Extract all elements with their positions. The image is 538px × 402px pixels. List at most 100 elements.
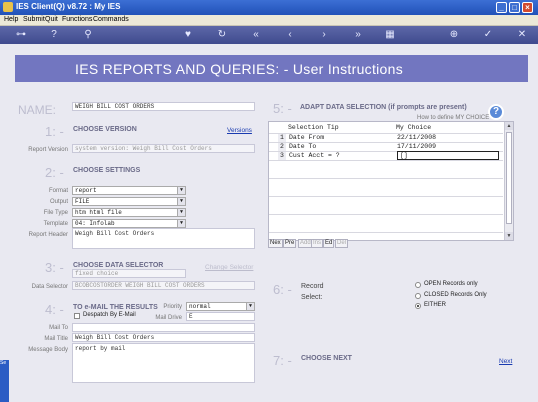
menu-functions[interactable]: Functions (62, 16, 92, 23)
empty-row (269, 160, 503, 169)
menu-help[interactable]: Help (4, 16, 18, 23)
my-choice-cell[interactable]: [] (397, 151, 499, 160)
file-type-select[interactable]: htm html file ▼ (72, 208, 186, 217)
step-1-title: CHOOSE VERSION (73, 126, 137, 133)
first-page-icon[interactable]: « (250, 29, 262, 41)
toolbar: ⊶ ? ⚲ ♥ ↻ « ‹ › » ▦ ⊕ ✓ ✕ (0, 26, 538, 44)
my-choice-cell[interactable]: 22/11/2008 (397, 134, 436, 141)
next-icon[interactable]: › (318, 29, 330, 41)
help-icon[interactable]: ? (488, 104, 504, 120)
check-icon[interactable]: ✓ (482, 29, 494, 41)
report-version-field: system version: Weigh Bill Cost Orders (72, 144, 255, 153)
empty-row (269, 196, 503, 205)
report-header-label: Report Header (28, 232, 68, 238)
file-type-select-value: htm html file (75, 209, 122, 216)
despatch-checkbox[interactable] (74, 313, 80, 319)
mail-drive-field[interactable]: E (186, 312, 255, 321)
format-select-value: report (75, 187, 97, 194)
taskbar-stub: Se (0, 360, 9, 402)
table-row[interactable]: 3 Cust Acct = ? [] (269, 151, 503, 161)
selection-tip-cell: Cust Acct = ? (289, 152, 340, 159)
menu-submit[interactable]: Submit (23, 16, 45, 23)
page-title: IES REPORTS AND QUERIES: - User Instruct… (75, 61, 404, 77)
output-select[interactable]: FILE ▼ (72, 197, 186, 206)
maximize-button[interactable]: □ (509, 2, 520, 13)
grid-edit-button[interactable]: Ed (323, 239, 335, 248)
step-2-title: CHOOSE SETTINGS (73, 167, 141, 174)
either-radio[interactable] (415, 303, 421, 309)
grid-delete-button[interactable]: Del (335, 239, 349, 248)
menu-commands[interactable]: Commands (93, 16, 129, 23)
step-7-number: 7: - (273, 353, 292, 368)
close-button[interactable]: × (522, 2, 533, 13)
format-label: Format (48, 188, 68, 194)
refresh-icon[interactable]: ↻ (216, 29, 228, 41)
search-icon[interactable]: ⚲ (82, 29, 94, 41)
grid-icon[interactable]: ▦ (384, 29, 396, 41)
scroll-up-icon[interactable]: ▲ (505, 122, 513, 130)
template-select-value: 04: Infolab (75, 220, 115, 227)
data-selector-field: BCOBCOSTORDER WEIGH BILL COST ORDERS (72, 281, 255, 290)
grid-insert-button[interactable]: Ins (311, 239, 324, 248)
priority-select-value: normal (189, 303, 211, 310)
either-label: EITHER (424, 302, 447, 308)
selection-tip-cell: Date From (289, 134, 325, 141)
app-icon (3, 2, 13, 12)
mail-drive-label: Mail Drive (155, 315, 182, 321)
mail-to-label: Mail To (49, 325, 68, 331)
file-type-label: File Type (43, 210, 68, 216)
key-icon[interactable]: ⊶ (12, 29, 30, 41)
output-select-value: FILE (75, 198, 90, 205)
step-1-number: 1: - (45, 124, 64, 139)
previous-icon[interactable]: ‹ (284, 29, 296, 41)
format-select[interactable]: report ▼ (72, 186, 186, 195)
report-header-field[interactable]: Weigh Bill Cost Orders (72, 228, 255, 249)
cancel-icon[interactable]: ✕ (516, 29, 528, 41)
closed-records-radio[interactable] (415, 293, 421, 299)
mail-title-label: Mail Title (44, 336, 68, 342)
title-bar: IES Client(Q) v8.72 : My IES _ □ × (0, 0, 538, 15)
message-body-field[interactable]: report by mail (72, 343, 255, 383)
dropdown-arrow-icon: ▼ (177, 220, 185, 227)
step-5-number: 5: - (273, 101, 292, 116)
selector-choice-field: fixed choice (72, 269, 186, 278)
template-select[interactable]: 04: Infolab ▼ (72, 219, 186, 228)
mail-title-field[interactable]: Weigh Bill Cost Orders (72, 333, 255, 342)
menu-bar: Help Submit Quit Functions Commands (0, 15, 538, 26)
message-body-label: Message Body (28, 347, 68, 353)
step-4-number: 4: - (45, 302, 64, 317)
step-6-number: 6: - (273, 282, 292, 297)
application-window: IES Client(Q) v8.72 : My IES _ □ × Help … (0, 0, 538, 402)
step-3-title: CHOOSE DATA SELECTOR (73, 262, 164, 269)
record-label: Record (301, 283, 324, 290)
name-field[interactable]: WEIGH BILL COST ORDERS (72, 102, 255, 111)
next-link[interactable]: Next (499, 358, 512, 365)
taskbar-stub-label: Se (0, 360, 7, 366)
priority-select[interactable]: normal ▼ (186, 302, 255, 311)
help-icon[interactable]: ? (48, 29, 60, 41)
minimize-button[interactable]: _ (496, 2, 507, 13)
data-selector-label: Data Selector (31, 284, 68, 290)
despatch-label: Despatch By E-Mail (83, 312, 136, 318)
scroll-thumb[interactable] (506, 132, 512, 224)
add-icon[interactable]: ⊕ (448, 29, 460, 41)
grid-scrollbar[interactable]: ▲ ▼ (504, 122, 513, 240)
menu-quit[interactable]: Quit (45, 16, 58, 23)
last-page-icon[interactable]: » (352, 29, 364, 41)
mail-to-field[interactable] (72, 323, 255, 332)
open-records-label: OPEN Records only (424, 281, 478, 287)
column-my-choice: My Choice (396, 124, 432, 131)
open-records-radio[interactable] (415, 282, 421, 288)
grid-next-button[interactable]: Nex (268, 239, 283, 248)
my-choice-cell[interactable]: 17/11/2009 (397, 143, 436, 150)
table-row[interactable]: 1 Date From 22/11/2008 (269, 133, 503, 143)
table-row[interactable]: 2 Date To 17/11/2009 (269, 142, 503, 152)
scroll-down-icon[interactable]: ▼ (505, 232, 513, 240)
versions-link[interactable]: Versions (227, 127, 252, 134)
heart-icon[interactable]: ♥ (182, 29, 194, 41)
change-selector-link[interactable]: Change Selector (205, 264, 253, 271)
grid-prev-button[interactable]: Pre (283, 239, 297, 248)
name-label: NAME: (18, 103, 57, 117)
selection-tip-cell: Date To (289, 143, 317, 150)
selection-grid: Selection Tip My Choice 1 Date From 22/1… (268, 121, 514, 241)
